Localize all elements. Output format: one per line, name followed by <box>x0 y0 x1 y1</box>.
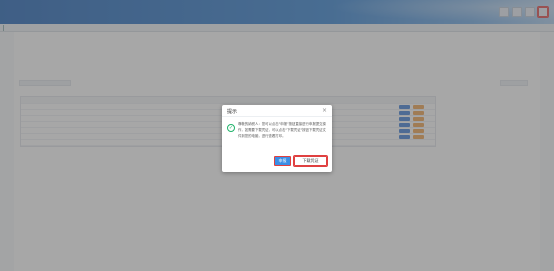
download-voucher-button[interactable]: 下载凭证 <box>293 155 328 167</box>
close-icon[interactable]: × <box>322 107 327 114</box>
dialog-buttons: 申报 下载凭证 <box>274 155 328 167</box>
check-circle-icon: ✓ <box>227 124 235 132</box>
dialog-header: 提示 × <box>222 105 332 117</box>
dialog-message: 尊敬的纳税人：您可以点击"申报"按钮直接进行申报提交操作，如需要下载凭证，可以点… <box>238 122 326 138</box>
prompt-dialog: 提示 × ✓ 尊敬的纳税人：您可以点击"申报"按钮直接进行申报提交操作，如需要下… <box>222 105 332 172</box>
confirm-declare-button[interactable]: 申报 <box>274 156 291 166</box>
dialog-title: 提示 <box>227 109 238 115</box>
